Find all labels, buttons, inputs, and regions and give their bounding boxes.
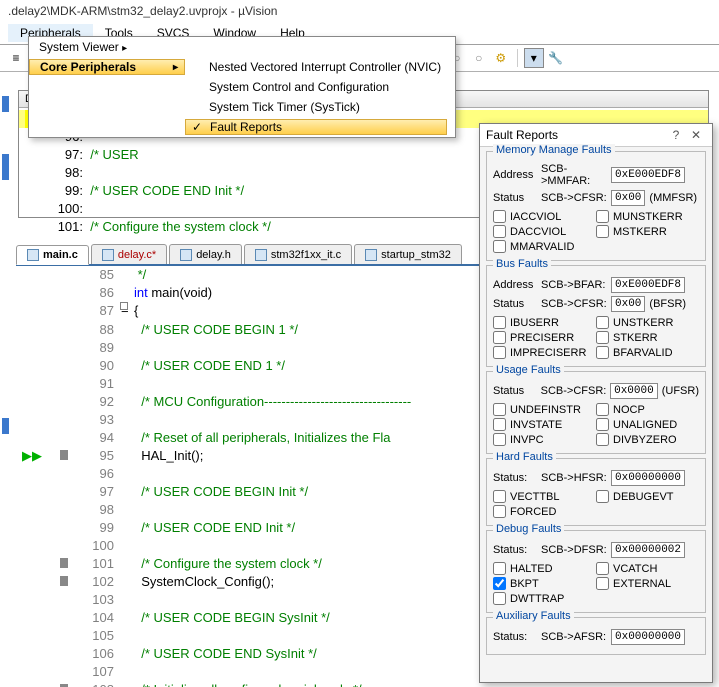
file-tab[interactable]: stm32f1xx_it.c bbox=[244, 244, 352, 264]
fault-checkbox[interactable]: PRECISERR bbox=[493, 331, 596, 344]
fault-group: Bus FaultsAddressSCB->BFAR:0xE000EDF8Sta… bbox=[486, 265, 706, 367]
fault-checkbox[interactable]: STKERR bbox=[596, 331, 699, 344]
fault-reports-window: Fault Reports ? ✕ Memory Manage FaultsAd… bbox=[479, 123, 713, 683]
check-icon: ✓ bbox=[192, 120, 202, 134]
menu-syscfg[interactable]: System Control and Configuration bbox=[185, 80, 447, 94]
fault-checkbox[interactable]: DIVBYZERO bbox=[596, 433, 699, 446]
menu-nvic[interactable]: Nested Vectored Interrupt Controller (NV… bbox=[185, 60, 447, 74]
fault-value: 0x00 bbox=[611, 190, 645, 206]
fault-row: Status:SCB->DFSR:0x00000002 bbox=[493, 542, 699, 558]
fault-value: 0x00000000 bbox=[611, 629, 685, 645]
fault-value: 0x0000 bbox=[610, 383, 658, 399]
close-icon[interactable]: ✕ bbox=[686, 128, 706, 142]
fault-row: AddressSCB->BFAR:0xE000EDF8 bbox=[493, 277, 699, 293]
fault-row: AddressSCB->MMFAR:0xE000EDF8 bbox=[493, 163, 699, 187]
file-icon bbox=[27, 249, 39, 261]
file-icon bbox=[365, 249, 377, 261]
fault-checkbox[interactable]: UNDEFINSTR bbox=[493, 403, 596, 416]
fault-checkbox[interactable]: UNALIGNED bbox=[596, 418, 699, 431]
fault-checkbox[interactable]: BKPT bbox=[493, 577, 596, 590]
fault-checkbox[interactable]: FORCED bbox=[493, 505, 596, 518]
fault-group: Hard FaultsStatus:SCB->HFSR:0x00000000VE… bbox=[486, 458, 706, 526]
fault-value: 0xE000EDF8 bbox=[611, 277, 685, 293]
fault-checkbox[interactable]: HALTED bbox=[493, 562, 596, 575]
fault-value: 0x00 bbox=[611, 296, 645, 312]
fault-checkbox[interactable]: DACCVIOL bbox=[493, 225, 596, 238]
fault-value: 0x00000002 bbox=[611, 542, 685, 558]
file-tab[interactable]: startup_stm32 bbox=[354, 244, 462, 264]
fault-group: Usage FaultsStatusSCB->CFSR:0x0000(UFSR)… bbox=[486, 371, 706, 454]
fault-checkbox[interactable]: UNSTKERR bbox=[596, 316, 699, 329]
fault-row: StatusSCB->CFSR:0x00(BFSR) bbox=[493, 296, 699, 312]
file-icon bbox=[180, 249, 192, 261]
menu-system-viewer[interactable]: System Viewer ▸ bbox=[29, 37, 455, 57]
fault-checkbox[interactable]: IACCVIOL bbox=[493, 210, 596, 223]
fault-checkbox[interactable]: VECTTBL bbox=[493, 490, 596, 503]
fault-checkbox[interactable]: DEBUGEVT bbox=[596, 490, 699, 503]
fault-row: Status:SCB->AFSR:0x00000000 bbox=[493, 629, 699, 645]
menu-systick[interactable]: System Tick Timer (SysTick) bbox=[185, 100, 447, 114]
file-icon bbox=[255, 249, 267, 261]
fault-checkbox[interactable]: IBUSERR bbox=[493, 316, 596, 329]
peripherals-dropdown: System Viewer ▸ Core Peripherals▸ Nested… bbox=[28, 36, 456, 138]
window-icon[interactable]: ▾ bbox=[524, 48, 544, 68]
menu-fault-reports-row: ✓Fault Reports bbox=[29, 117, 455, 137]
file-tab[interactable]: main.c bbox=[16, 245, 89, 265]
menu-core-peripherals[interactable]: Core Peripherals▸ Nested Vectored Interr… bbox=[29, 57, 455, 77]
fault-checkbox[interactable]: MSTKERR bbox=[596, 225, 699, 238]
fault-checkbox[interactable]: INVSTATE bbox=[493, 418, 596, 431]
menu-row: System Tick Timer (SysTick) bbox=[29, 97, 455, 117]
fault-checkbox[interactable]: MMARVALID bbox=[493, 240, 596, 253]
file-tab[interactable]: delay.c* bbox=[91, 244, 167, 264]
fault-group: Auxiliary FaultsStatus:SCB->AFSR:0x00000… bbox=[486, 617, 706, 655]
fault-title: Fault Reports bbox=[486, 128, 666, 142]
fault-group: Debug FaultsStatus:SCB->DFSR:0x00000002H… bbox=[486, 530, 706, 613]
fault-checkbox[interactable]: INVPC bbox=[493, 433, 596, 446]
fault-value: 0x00000000 bbox=[611, 470, 685, 486]
fault-checkbox[interactable]: EXTERNAL bbox=[596, 577, 699, 590]
left-marker-bar bbox=[0, 0, 12, 687]
fault-group: Memory Manage FaultsAddressSCB->MMFAR:0x… bbox=[486, 151, 706, 261]
window-title: .delay2\MDK-ARM\stm32_delay2.uvprojx - µ… bbox=[0, 0, 719, 22]
fault-row: StatusSCB->CFSR:0x0000(UFSR) bbox=[493, 383, 699, 399]
fault-checkbox[interactable]: DWTTRAP bbox=[493, 592, 596, 605]
fault-row: Status:SCB->HFSR:0x00000000 bbox=[493, 470, 699, 486]
help-icon[interactable]: ? bbox=[666, 128, 686, 142]
fault-value: 0xE000EDF8 bbox=[611, 167, 685, 183]
fault-row: StatusSCB->CFSR:0x00(MMFSR) bbox=[493, 190, 699, 206]
dot2-icon[interactable]: ○ bbox=[469, 48, 489, 68]
menu-row: System Control and Configuration bbox=[29, 77, 455, 97]
gear-icon[interactable]: ⚙ bbox=[491, 48, 511, 68]
fault-checkbox[interactable]: VCATCH bbox=[596, 562, 699, 575]
fault-checkbox[interactable]: BFARVALID bbox=[596, 346, 699, 359]
file-icon bbox=[102, 249, 114, 261]
fault-checkbox[interactable]: NOCP bbox=[596, 403, 699, 416]
file-tab[interactable]: delay.h bbox=[169, 244, 242, 264]
fault-checkbox[interactable]: MUNSTKERR bbox=[596, 210, 699, 223]
fault-checkbox[interactable]: IMPRECISERR bbox=[493, 346, 596, 359]
menu-fault-reports[interactable]: ✓Fault Reports bbox=[185, 119, 447, 135]
wrench-icon[interactable]: 🔧 bbox=[546, 48, 566, 68]
